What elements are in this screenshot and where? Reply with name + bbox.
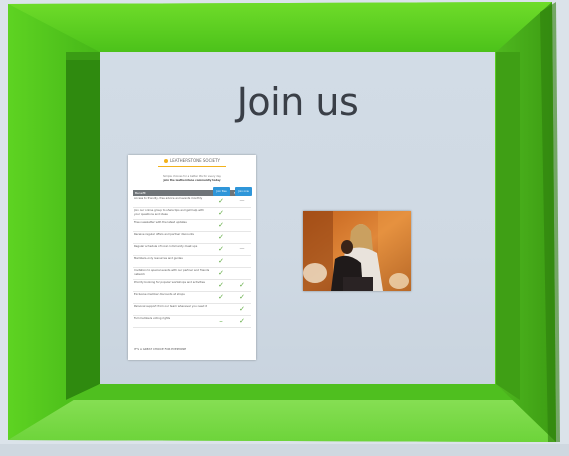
table-body: Access to friendly, free advice and even… bbox=[133, 196, 251, 328]
table-row: Regular schedule of local community meet… bbox=[133, 244, 251, 256]
benefits-table: Benefit Free Member Access to friendly, … bbox=[133, 190, 251, 328]
table-row: Free newsletter with the latest updates ✓ bbox=[133, 220, 251, 232]
member-check-icon: — bbox=[239, 246, 245, 252]
table-row: Exclusive member discounts at shops ✓ ✓ bbox=[133, 292, 251, 304]
join-free-button[interactable]: Join free bbox=[213, 187, 230, 196]
table-row: Priority booking for popular workshops a… bbox=[133, 280, 251, 292]
brand-underline bbox=[158, 166, 226, 167]
document-brand: LEATHERSTONE SOCIETY bbox=[128, 158, 256, 163]
free-check-icon: – bbox=[219, 317, 223, 325]
table-row: Invitation to special events with our pa… bbox=[133, 268, 251, 280]
slide-title: Join us bbox=[236, 80, 359, 124]
member-check-icon: ✓ bbox=[239, 305, 245, 313]
slide-scene: Join us LEATHERSTONE SOCIETY Simple choi… bbox=[0, 0, 569, 456]
row-benefit-text: Exclusive member discounts at shops bbox=[134, 293, 185, 296]
brand-dot-icon bbox=[164, 159, 169, 163]
free-check-icon: ✓ bbox=[218, 269, 224, 277]
member-check-icon: ✓ bbox=[239, 293, 245, 301]
brand-text: LEATHERSTONE SOCIETY bbox=[170, 158, 220, 163]
free-check-icon: ✓ bbox=[218, 209, 224, 217]
free-check-icon: ✓ bbox=[218, 293, 224, 301]
member-check-icon: ✓ bbox=[239, 317, 245, 325]
document-footer: IT'S A GREAT CHOICE FOR EVERYONE bbox=[134, 347, 187, 351]
free-check-icon: ✓ bbox=[218, 221, 224, 229]
table-row: Full members voting rights – ✓ bbox=[133, 316, 251, 328]
document-intro: Simple choices for a better life for eve… bbox=[134, 175, 250, 183]
row-benefit-text: Members-only resources and guides bbox=[134, 257, 183, 260]
free-check-icon: ✓ bbox=[218, 197, 224, 205]
row-benefit-text: Free newsletter with the latest updates bbox=[134, 221, 187, 224]
row-benefit-text: Join our online group to share tips and … bbox=[134, 209, 204, 216]
column-benefit: Benefit bbox=[135, 191, 146, 195]
member-check-icon: — bbox=[239, 198, 245, 204]
table-row: Personal support from our team whenever … bbox=[133, 304, 251, 316]
free-check-icon: ✓ bbox=[218, 233, 224, 241]
free-check-icon: ✓ bbox=[218, 245, 224, 253]
people-photo bbox=[303, 211, 411, 291]
table-row: Receive regular offers and partner disco… bbox=[133, 232, 251, 244]
table-row: Join our online group to share tips and … bbox=[133, 208, 251, 220]
row-benefit-text: Receive regular offers and partner disco… bbox=[134, 233, 194, 236]
membership-document: LEATHERSTONE SOCIETY Simple choices for … bbox=[128, 155, 256, 360]
free-check-icon: ✓ bbox=[218, 281, 224, 289]
intro-bold: Join the leatherstone community today bbox=[163, 179, 221, 182]
row-benefit-text: Access to friendly, free advice and even… bbox=[134, 197, 203, 200]
free-check-icon: ✓ bbox=[218, 257, 224, 265]
row-benefit-text: Priority booking for popular workshops a… bbox=[134, 281, 205, 284]
member-check-icon: ✓ bbox=[239, 281, 245, 289]
row-benefit-text: Full members voting rights bbox=[134, 317, 171, 320]
row-benefit-text: Invitation to special events with our pa… bbox=[134, 269, 210, 276]
row-benefit-text: Personal support from our team whenever … bbox=[134, 305, 207, 308]
join-now-button[interactable]: Join now bbox=[235, 187, 252, 196]
table-row: Access to friendly, free advice and even… bbox=[133, 196, 251, 208]
table-row: Members-only resources and guides ✓ bbox=[133, 256, 251, 268]
row-benefit-text: Regular schedule of local community meet… bbox=[134, 245, 198, 248]
